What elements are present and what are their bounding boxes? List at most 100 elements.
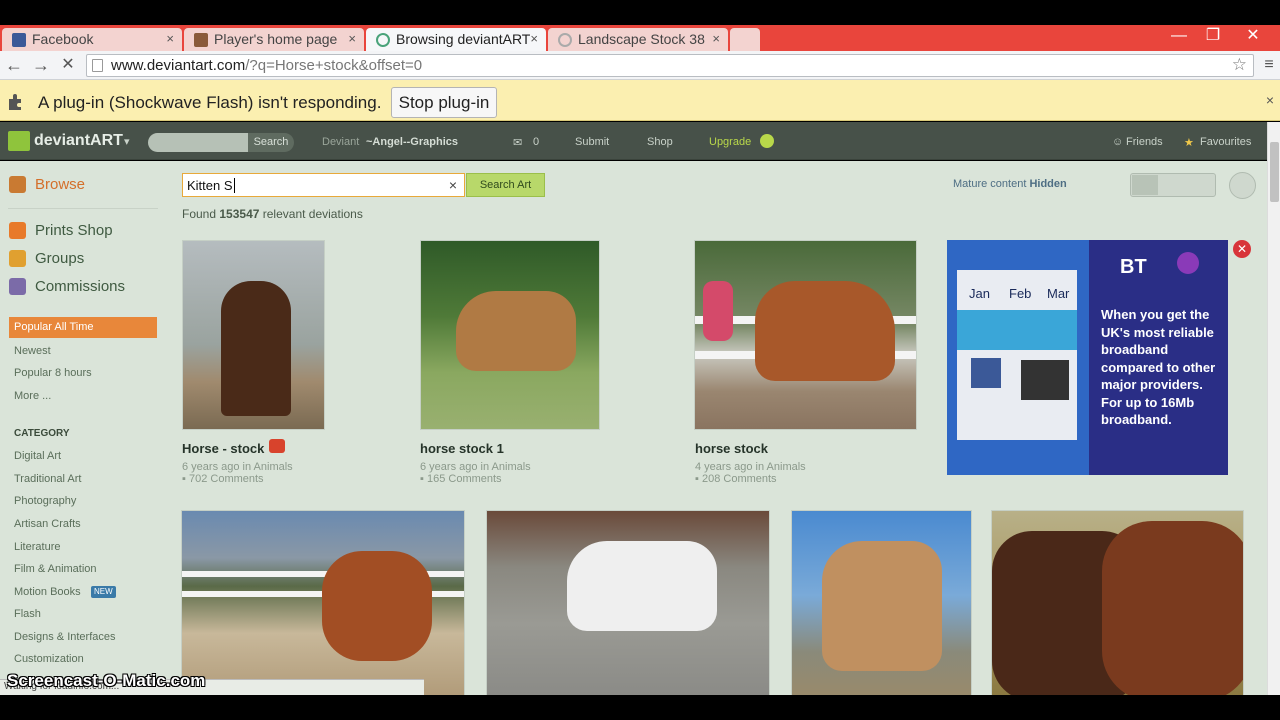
- loading-spinner-icon: [558, 33, 572, 47]
- browser-toolbar: ← → ✕ www.deviantart.com/?q=Horse+stock&…: [0, 51, 1280, 80]
- bookmark-star-icon[interactable]: ☆: [1232, 55, 1247, 75]
- tab-strip: Facebook × Player's home page × Browsing…: [0, 25, 1280, 51]
- header-search-input[interactable]: [148, 133, 248, 152]
- close-ad-icon[interactable]: ✕: [1233, 240, 1251, 258]
- category-designs-interfaces[interactable]: Designs & Interfaces: [14, 631, 116, 643]
- sort-label: Popular All Time: [14, 321, 94, 333]
- sidebar-commissions[interactable]: Commissions: [35, 278, 125, 295]
- commissions-icon: [9, 278, 26, 295]
- menu-icon[interactable]: ≡: [1258, 54, 1280, 76]
- sidebar-browse[interactable]: Browse: [35, 176, 85, 193]
- ad-month: Mar: [1047, 286, 1070, 301]
- friends-link[interactable]: Friends: [1126, 136, 1163, 148]
- grid-small-view-icon[interactable]: [1132, 175, 1158, 195]
- favourites-link[interactable]: Favourites: [1200, 136, 1251, 148]
- tab-close-icon[interactable]: ×: [712, 31, 720, 46]
- category-artisan-crafts[interactable]: Artisan Crafts: [14, 518, 81, 530]
- stop-button[interactable]: ✕: [57, 54, 79, 76]
- category-flash[interactable]: Flash: [14, 608, 41, 620]
- category-digital-art[interactable]: Digital Art: [14, 450, 61, 462]
- new-badge: NEW: [91, 586, 116, 598]
- close-window-button[interactable]: ✕: [1236, 26, 1270, 46]
- site-favicon-icon: [194, 33, 208, 47]
- deviation-thumbnail[interactable]: [694, 240, 917, 430]
- new-tab-button[interactable]: [730, 28, 760, 51]
- deviant-label: Deviant: [322, 136, 360, 148]
- site-logo[interactable]: deviantART: [34, 132, 123, 150]
- deviation-title[interactable]: Horse - stock: [182, 441, 264, 456]
- category-film-animation[interactable]: Film & Animation: [14, 563, 97, 575]
- tab-players-home[interactable]: Player's home page ×: [184, 28, 364, 51]
- category-literature[interactable]: Literature: [14, 541, 60, 553]
- shop-link[interactable]: Shop: [647, 136, 673, 148]
- category-customization[interactable]: Customization: [14, 653, 84, 665]
- tab-browsing-deviantart[interactable]: Browsing deviantART ×: [366, 28, 546, 51]
- found-prefix: Found: [182, 207, 217, 221]
- tab-close-icon[interactable]: ×: [166, 31, 174, 46]
- username-link[interactable]: ~Angel--Graphics: [366, 136, 458, 148]
- tab-facebook[interactable]: Facebook ×: [2, 28, 182, 51]
- list-view-icon[interactable]: [1188, 175, 1214, 195]
- maximize-button[interactable]: ❐: [1196, 26, 1230, 46]
- deviation-comments[interactable]: ▪ 702 Comments: [182, 473, 264, 485]
- horse-figure: [322, 551, 432, 661]
- text-caret: [233, 178, 235, 193]
- deviation-thumbnail[interactable]: [181, 510, 465, 695]
- minimize-button[interactable]: —: [1162, 26, 1196, 46]
- tab-label: Landscape Stock 38: [578, 31, 705, 47]
- deviation-thumbnail[interactable]: [182, 240, 325, 430]
- sort-more[interactable]: More ...: [14, 390, 51, 402]
- upgrade-link[interactable]: Upgrade: [709, 136, 751, 148]
- back-button[interactable]: ←: [3, 54, 25, 76]
- found-suffix: relevant deviations: [262, 207, 363, 221]
- page-scrollbar[interactable]: [1267, 122, 1280, 695]
- mature-value: Hidden: [1029, 178, 1067, 190]
- deviation-thumbnail[interactable]: [486, 510, 770, 695]
- deviation-thumbnail[interactable]: [991, 510, 1244, 695]
- search-art-button[interactable]: Search Art: [466, 173, 545, 197]
- sort-popular-all-time[interactable]: Popular All Time: [9, 317, 157, 338]
- tab-close-icon[interactable]: ×: [530, 31, 538, 46]
- mature-content-toggle[interactable]: Mature content Hidden: [953, 178, 1067, 190]
- sort-popular-8-hours[interactable]: Popular 8 hours: [14, 367, 92, 379]
- prints-shop-icon: [9, 222, 26, 239]
- sort-newest[interactable]: Newest: [14, 345, 51, 357]
- bt-globe-icon: [1177, 252, 1199, 274]
- header-search-button[interactable]: Search: [248, 133, 294, 152]
- messages-count[interactable]: 0: [533, 136, 539, 148]
- deviation-comments[interactable]: ▪ 208 Comments: [695, 473, 777, 485]
- grid-view-icon[interactable]: [1160, 175, 1186, 195]
- tab-close-icon[interactable]: ×: [348, 31, 356, 46]
- category-motion-books[interactable]: Motion Books: [14, 586, 81, 598]
- category-traditional-art[interactable]: Traditional Art: [14, 473, 81, 485]
- deviation-thumbnail[interactable]: [420, 240, 600, 430]
- person-figure: [703, 281, 733, 341]
- deviation-comments[interactable]: ▪ 165 Comments: [420, 473, 502, 485]
- deviation-thumbnail[interactable]: [791, 510, 972, 695]
- tab-landscape-stock[interactable]: Landscape Stock 38 ×: [548, 28, 728, 51]
- ad-month: Feb: [1009, 286, 1032, 301]
- search-art-input[interactable]: Kitten S ×: [182, 173, 465, 197]
- deviation-age: 6 years ago in Animals: [182, 461, 293, 473]
- sidebar-groups[interactable]: Groups: [35, 250, 84, 267]
- forward-button[interactable]: →: [30, 54, 52, 76]
- url-path: /?q=Horse+stock&offset=0: [245, 57, 423, 74]
- deviation-title[interactable]: horse stock: [695, 441, 768, 456]
- deviation-title[interactable]: horse stock 1: [420, 441, 504, 456]
- address-bar[interactable]: www.deviantart.com/?q=Horse+stock&offset…: [86, 54, 1254, 77]
- stop-plugin-button[interactable]: Stop plug-in: [391, 87, 497, 118]
- scrollbar-thumb[interactable]: [1270, 142, 1279, 202]
- sidebar-prints-shop[interactable]: Prints Shop: [35, 222, 113, 239]
- submit-link[interactable]: Submit: [575, 136, 609, 148]
- slideshow-play-icon[interactable]: [1229, 172, 1256, 199]
- page-content: Browse Prints Shop Groups Commissions Po…: [0, 161, 1267, 695]
- recorder-watermark: Screencast-O-Matic.com: [7, 671, 206, 690]
- logo-dropdown-icon[interactable]: ▾: [124, 135, 130, 148]
- messages-icon[interactable]: ✉: [513, 136, 522, 149]
- category-photography[interactable]: Photography: [14, 495, 76, 507]
- infobar-close-icon[interactable]: ×: [1266, 92, 1274, 108]
- clear-search-icon[interactable]: ×: [449, 177, 457, 193]
- page-icon: [92, 59, 103, 72]
- advertisement[interactable]: Jan Feb Mar BT When you get the UK's mos…: [947, 240, 1228, 475]
- plugin-infobar: A plug-in (Shockwave Flash) isn't respon…: [0, 80, 1280, 121]
